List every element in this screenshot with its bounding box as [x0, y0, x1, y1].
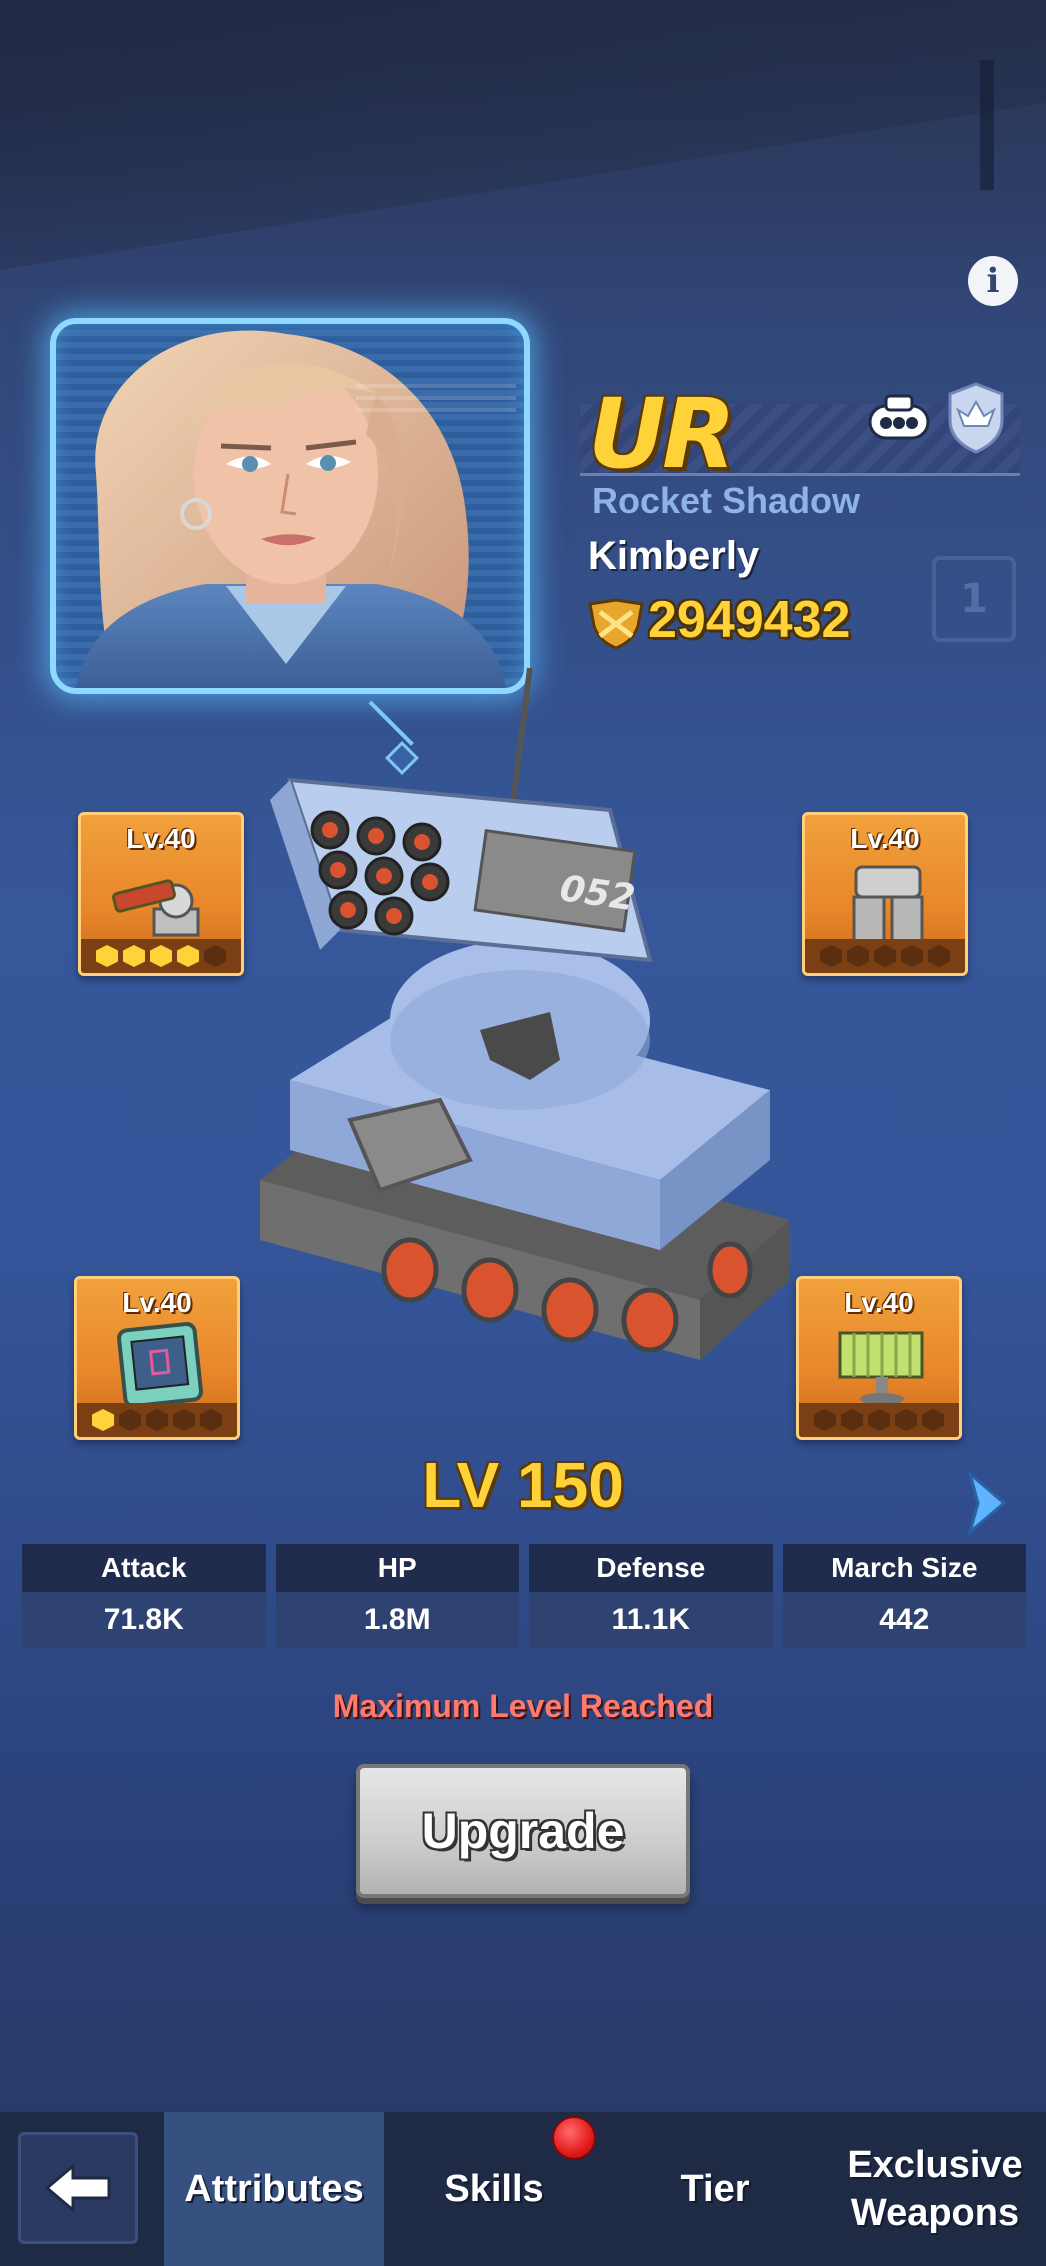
arrow-left-icon — [44, 2162, 111, 2214]
equip-slot-weapon[interactable]: Lv.40 — [78, 812, 244, 976]
stat-value: 442 — [782, 1592, 1026, 1648]
rarity-badge: UR — [588, 378, 736, 490]
chevron-right-icon[interactable] — [962, 1468, 1010, 1538]
stats-panel: Attack 71.8K HP 1.8M Defense 11.1K March… — [22, 1544, 1026, 1648]
hero-portrait[interactable] — [50, 318, 530, 694]
rocket-tank-image: 052 — [260, 667, 790, 1360]
cannon-icon — [112, 879, 200, 937]
stat-value: 71.8K — [22, 1592, 266, 1648]
power-value: 2949432 — [648, 591, 851, 649]
stat-value: 1.8M — [275, 1592, 519, 1648]
tab-attributes[interactable]: Attributes — [164, 2112, 384, 2266]
stat-label: HP — [275, 1544, 519, 1592]
equip-level: Lv.40 — [122, 1287, 192, 1318]
radar-icon — [838, 1331, 924, 1405]
hero-class: Rocket Shadow — [592, 480, 861, 521]
back-button[interactable] — [18, 2132, 138, 2244]
tab-exclusive-weapons[interactable]: Exclusive Weapons — [830, 2112, 1040, 2266]
background-bar — [980, 60, 994, 190]
stat-hp: HP 1.8M — [275, 1544, 519, 1648]
armor-plate-icon — [852, 865, 924, 943]
stat-label: Attack — [22, 1544, 266, 1592]
chip-icon — [117, 1322, 203, 1408]
max-level-text: Maximum Level Reached — [332, 1688, 714, 1724]
tab-tier[interactable]: Tier — [640, 2112, 790, 2266]
stat-value: 11.1K — [529, 1592, 773, 1648]
stat-march-size: March Size 442 — [782, 1544, 1026, 1648]
tank-type-icon[interactable] — [866, 392, 932, 446]
info-icon[interactable]: i — [968, 256, 1018, 306]
hero-level: LV 150 — [422, 1449, 624, 1521]
star-bar — [77, 1403, 237, 1437]
side-badge[interactable]: 1 — [932, 556, 1016, 642]
shield-icon[interactable] — [946, 380, 1006, 454]
equip-level: Lv.40 — [126, 823, 196, 854]
hero-portrait-image — [76, 330, 516, 688]
stat-attack: Attack 71.8K — [22, 1544, 266, 1648]
upgrade-button[interactable]: Upgrade — [356, 1764, 690, 1898]
stat-label: Defense — [529, 1544, 773, 1592]
power-icon — [588, 598, 644, 650]
equip-slot-chip[interactable]: Lv.40 — [74, 1276, 240, 1440]
stat-label: March Size — [782, 1544, 1026, 1592]
hero-name: Kimberly — [588, 534, 760, 578]
stat-defense: Defense 11.1K — [529, 1544, 773, 1648]
notification-dot — [552, 2116, 596, 2160]
star-bar — [81, 939, 241, 973]
